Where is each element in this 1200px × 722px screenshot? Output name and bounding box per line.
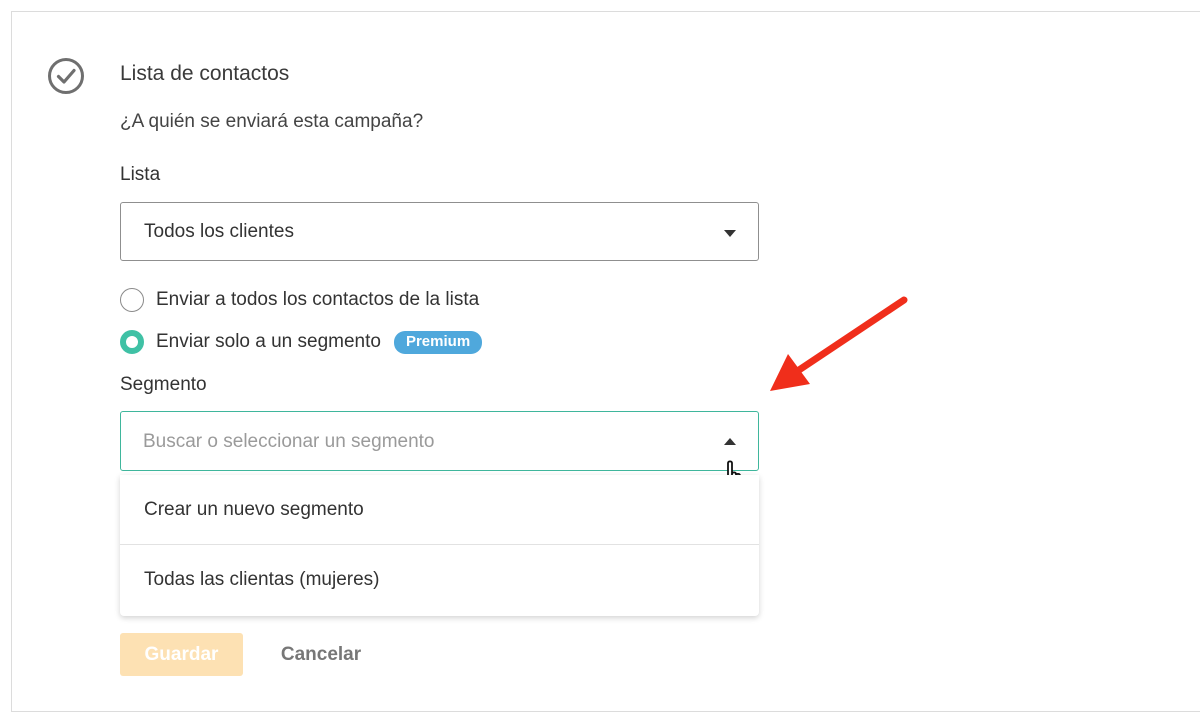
send-segment-option[interactable]: Enviar solo a un segmento Premium [120, 329, 483, 355]
send-segment-radio[interactable] [120, 330, 144, 354]
list-select-value: Todos los clientes [144, 221, 294, 242]
red-arrow-icon [770, 296, 908, 391]
save-button[interactable]: Guardar [120, 633, 243, 676]
section-title: Lista de contactos [120, 62, 290, 85]
option-all-female-clients[interactable]: Todas las clientas (mujeres) [120, 544, 759, 615]
send-all-label: Enviar a todos los contactos de la lista [156, 289, 480, 310]
caret-up-icon[interactable] [724, 438, 736, 445]
send-all-radio[interactable] [120, 288, 144, 312]
segment-combobox[interactable] [120, 411, 759, 471]
list-label: Lista [120, 164, 161, 185]
list-select[interactable]: Todos los clientes [120, 202, 759, 261]
segment-label: Segmento [120, 374, 207, 395]
caret-down-icon [724, 230, 736, 237]
section-subtitle: ¿A quién se enviará esta campaña? [120, 111, 424, 132]
option-create-segment[interactable]: Crear un nuevo segmento [120, 475, 759, 544]
check-circle-icon [48, 58, 84, 94]
send-segment-label: Enviar solo a un segmento [156, 331, 381, 352]
send-all-option[interactable]: Enviar a todos los contactos de la lista [120, 287, 479, 313]
premium-badge: Premium [393, 330, 483, 354]
segment-search-input[interactable] [143, 426, 703, 458]
cancel-button[interactable]: Cancelar [262, 633, 380, 676]
segment-dropdown-menu: Crear un nuevo segmento Todas las client… [120, 475, 759, 616]
